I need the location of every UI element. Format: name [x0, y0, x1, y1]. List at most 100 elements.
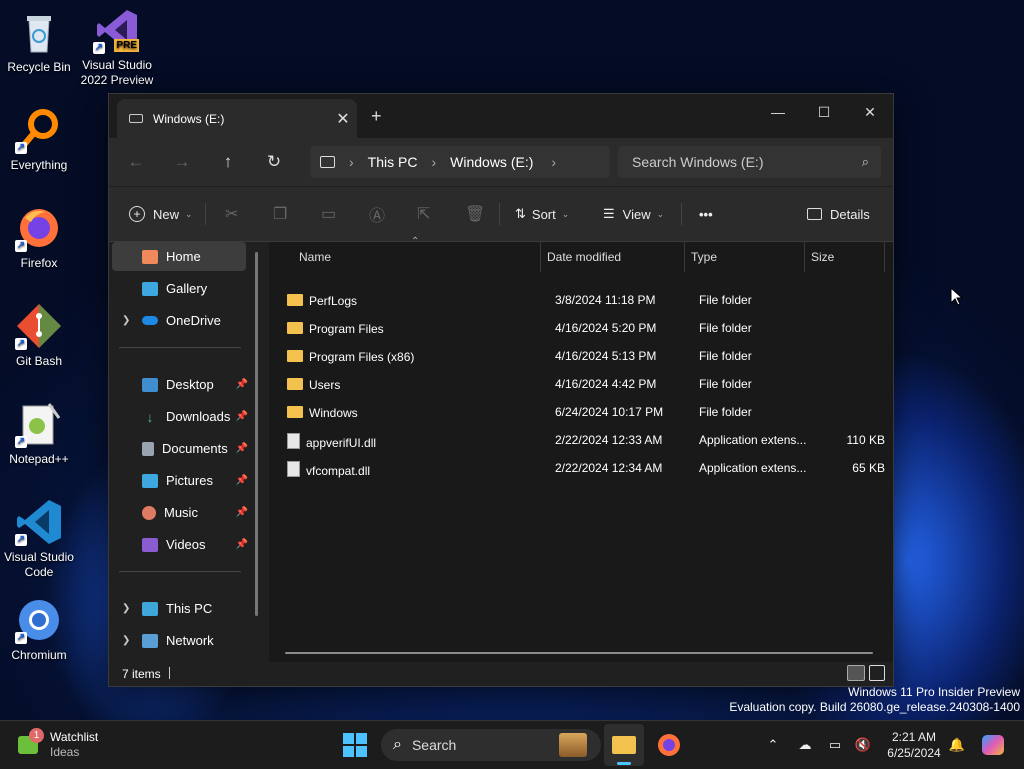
back-button[interactable]: ← [113, 152, 159, 172]
desktop-icon-firefox[interactable]: ↗ Firefox [0, 204, 78, 271]
sidebar-item-pictures[interactable]: Pictures 📌 [112, 466, 248, 495]
scissors-icon: ✂ [225, 206, 239, 223]
table-row[interactable]: Program Files (x86) 4/16/2024 5:13 PM File… [285, 342, 885, 370]
sidebar-item-network[interactable]: ❯ Network [112, 626, 246, 655]
view-button[interactable]: ☰ View ⌄ [603, 187, 664, 241]
chevron-right-icon[interactable]: ❯ [122, 635, 130, 646]
desktop-icon-visual-studio[interactable]: PRE ↗ Visual Studio 2022 Preview [78, 6, 156, 88]
document-icon [142, 441, 154, 456]
onedrive-icon [142, 316, 158, 325]
widget-subtitle: Ideas [50, 745, 80, 759]
sidebar-item-this-pc[interactable]: ❯ This PC [112, 594, 246, 623]
column-divider[interactable] [684, 242, 685, 272]
start-button[interactable] [343, 721, 367, 769]
pin-icon[interactable]: 📌 [236, 411, 248, 422]
breadcrumb-windows-e[interactable]: Windows (E:) [450, 154, 533, 170]
desktop-icon-notepad-plus-plus[interactable]: ↗ Notepad++ [0, 400, 78, 467]
column-header-date[interactable]: Date modified [547, 242, 687, 272]
column-header-type[interactable]: Type [691, 242, 801, 272]
table-row[interactable]: PerfLogs 3/8/2024 11:18 PM File folder [285, 286, 885, 314]
network-icon [142, 633, 158, 648]
folder-icon [287, 321, 303, 334]
share-button[interactable]: ⇱ [417, 187, 430, 241]
desktop-icon-everything[interactable]: ↗ Everything [0, 106, 78, 173]
more-options-button[interactable]: ••• [699, 187, 713, 241]
breadcrumb-this-pc[interactable]: This PC [368, 154, 418, 170]
pin-icon[interactable]: 📌 [236, 539, 248, 550]
minimize-button[interactable]: — [755, 98, 801, 126]
column-header-size[interactable]: Size [811, 242, 881, 272]
display-icon[interactable]: ▭ [824, 721, 846, 769]
volume-muted-icon[interactable]: 🔇 [852, 721, 874, 769]
chevron-right-icon: › [349, 154, 354, 170]
nav-scrollbar[interactable] [255, 252, 258, 616]
close-tab-icon[interactable]: ✕ [329, 109, 357, 129]
table-row[interactable]: Program Files 4/16/2024 5:20 PM File folde… [285, 314, 885, 342]
onedrive-offline-icon[interactable]: ☁ [794, 721, 816, 769]
table-row[interactable]: Users 4/16/2024 4:42 PM File folder [285, 370, 885, 398]
tiles-view-icon[interactable] [869, 665, 885, 681]
sidebar-item-home[interactable]: Home [112, 242, 246, 271]
refresh-button[interactable]: ↻ [251, 152, 297, 172]
sidebar-item-videos[interactable]: Videos 📌 [112, 530, 248, 559]
active-indicator [617, 762, 631, 765]
details-view-icon[interactable] [847, 665, 865, 681]
chevron-right-icon[interactable]: ❯ [122, 315, 130, 326]
copy-button[interactable]: ❐ [273, 187, 287, 241]
sidebar-item-documents[interactable]: Documents 📌 [112, 434, 248, 463]
desktop-icon-recycle-bin[interactable]: Recycle Bin [0, 8, 78, 75]
clock[interactable]: 2:21 AM 6/25/2024 [880, 721, 948, 769]
column-divider[interactable] [804, 242, 805, 272]
column-divider[interactable] [540, 242, 541, 272]
sidebar-item-desktop[interactable]: Desktop 📌 [112, 370, 248, 399]
taskbar-firefox[interactable] [656, 721, 682, 769]
sidebar-item-downloads[interactable]: ↓ Downloads 📌 [112, 402, 249, 431]
copilot-button[interactable] [978, 721, 1008, 769]
widgets-button[interactable]: 1 Watchlist Ideas [18, 721, 98, 769]
table-row[interactable]: appverifUI.dll 2/22/2024 12:33 AM Applicat… [285, 426, 885, 454]
delete-button[interactable]: 🗑 [465, 187, 485, 241]
desktop-icon-chromium[interactable]: ↗ Chromium [0, 596, 78, 663]
tab-windows-e[interactable]: Windows (E:) ✕ [117, 99, 357, 138]
details-button[interactable]: Details [807, 187, 870, 241]
show-hidden-icons-button[interactable]: ⌃ [762, 721, 784, 769]
desktop-icon-label: Firefox [20, 256, 58, 270]
sidebar-item-music[interactable]: Music 📌 [112, 498, 248, 527]
taskbar-file-explorer[interactable] [604, 724, 644, 766]
desktop-icon-git-bash[interactable]: ↗ Git Bash [0, 302, 78, 369]
maximize-button[interactable]: ☐ [801, 98, 847, 126]
file-name-cell: appverifUI.dll [287, 431, 376, 450]
pictures-icon [142, 473, 158, 488]
table-row[interactable]: vfcompat.dll 2/22/2024 12:34 AM Applicatio… [285, 454, 885, 482]
rename-button[interactable]: Ⓐ [369, 187, 385, 241]
column-divider[interactable] [884, 242, 885, 272]
search-box[interactable]: Search Windows (E:) ⌕ [618, 146, 881, 178]
sidebar-item-onedrive[interactable]: ❯ OneDrive [112, 306, 246, 335]
nav-divider [119, 347, 241, 348]
pin-icon[interactable]: 📌 [236, 379, 248, 390]
pin-icon[interactable]: 📌 [236, 443, 248, 454]
horizontal-scrollbar[interactable] [285, 652, 873, 654]
column-header-name[interactable]: Name [299, 242, 539, 272]
breadcrumb[interactable]: › This PC › Windows (E:) › [310, 146, 610, 178]
desktop-icon-vscode[interactable]: ↗ Visual Studio Code [0, 498, 78, 580]
type-cell: File folder [699, 405, 752, 419]
pin-icon[interactable]: 📌 [236, 507, 248, 518]
sort-button[interactable]: ⇅ Sort ⌄ [515, 187, 569, 241]
table-row[interactable]: Windows 6/24/2024 10:17 PM File folder [285, 398, 885, 426]
sidebar-item-gallery[interactable]: Gallery [112, 274, 246, 303]
taskbar-search[interactable]: ⌕ Search [381, 729, 601, 761]
chevron-right-icon[interactable]: ❯ [122, 603, 130, 614]
file-name: Program Files (x86) [309, 349, 415, 364]
close-window-button[interactable]: ✕ [847, 98, 893, 126]
search-input[interactable]: Search Windows (E:) [632, 154, 862, 170]
pin-icon[interactable]: 📌 [236, 475, 248, 486]
up-button[interactable]: ↑ [205, 152, 251, 172]
paste-button[interactable]: ▭ [321, 187, 336, 241]
forward-button[interactable]: → [159, 152, 205, 172]
cut-button[interactable]: ✂ [225, 187, 238, 241]
notification-bell-icon[interactable]: 🔔 [946, 721, 968, 769]
new-tab-button[interactable]: + [371, 106, 382, 127]
file-name: vfcompat.dll [306, 463, 371, 478]
new-button[interactable]: + New ⌄ [129, 187, 193, 241]
